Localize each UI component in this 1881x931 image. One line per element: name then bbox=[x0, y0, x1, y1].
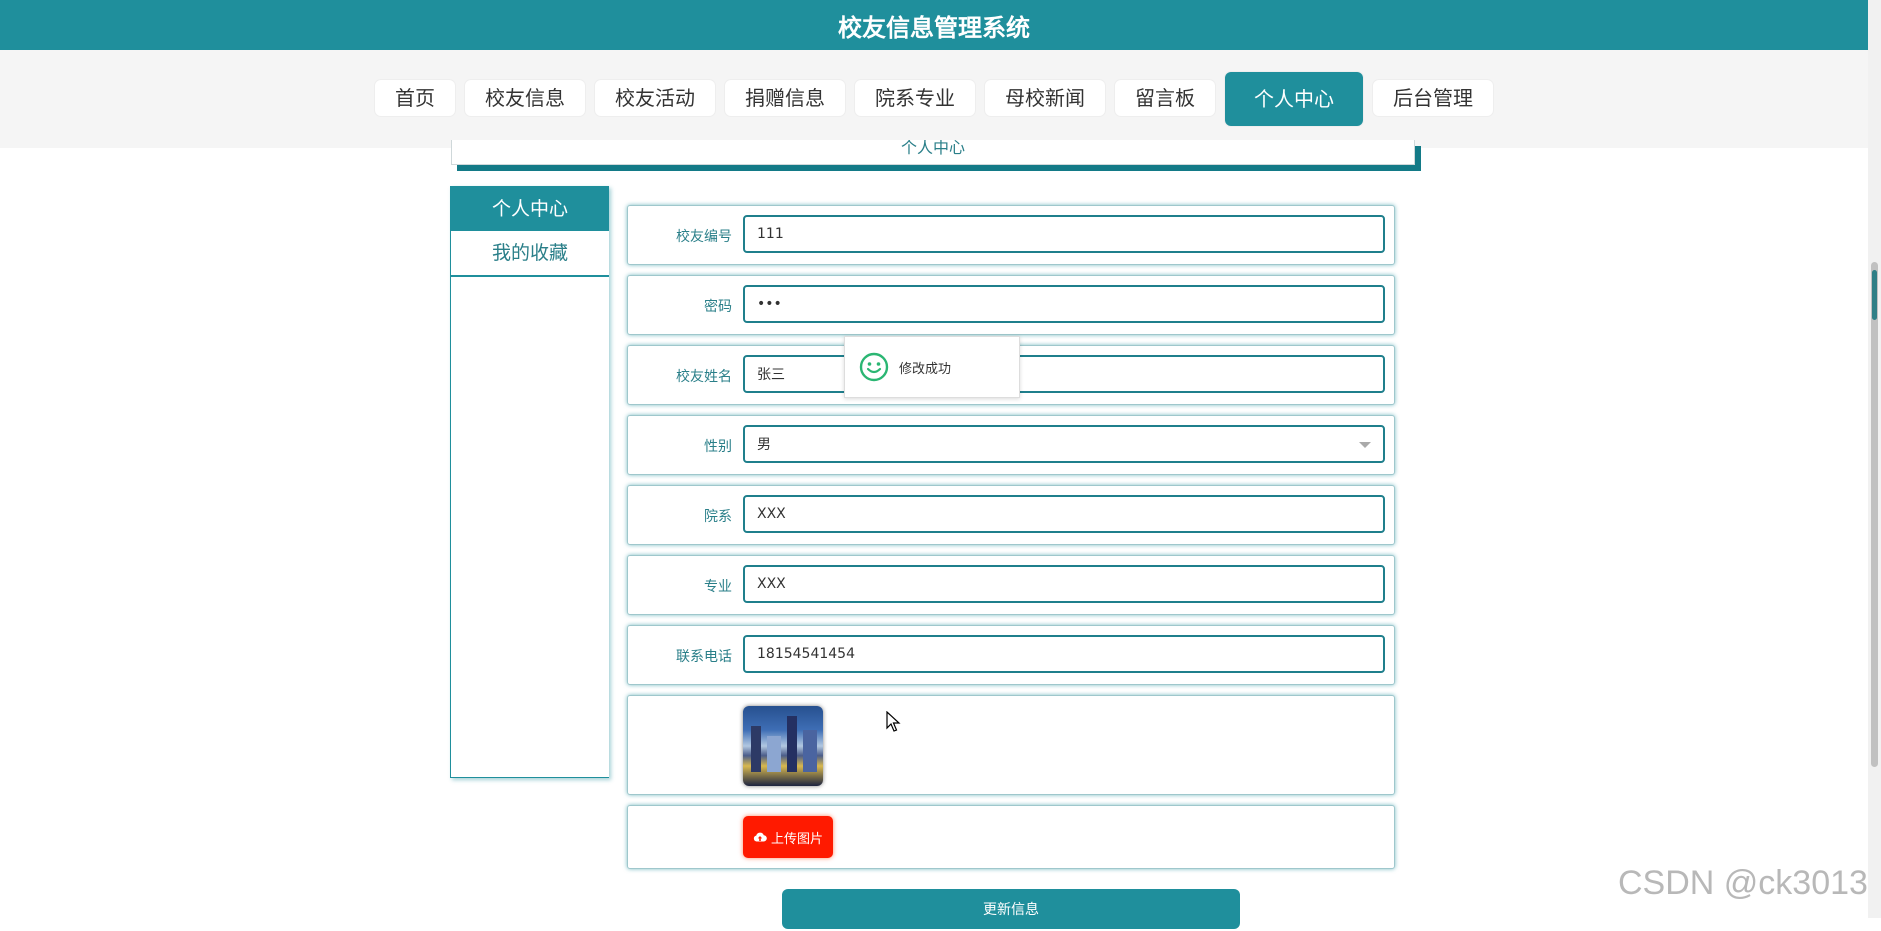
password-input[interactable] bbox=[743, 285, 1385, 323]
gender-select[interactable]: 男 bbox=[743, 425, 1385, 463]
chevron-down-icon bbox=[1359, 442, 1371, 448]
form-row-major: 专业 bbox=[627, 555, 1395, 615]
gender-label: 性别 bbox=[704, 439, 732, 455]
nav-alumni-activities[interactable]: 校友活动 bbox=[595, 80, 715, 116]
smile-icon bbox=[859, 352, 889, 382]
major-input[interactable] bbox=[743, 565, 1385, 603]
form-row-password: 密码 bbox=[627, 275, 1395, 335]
toast-text: 修改成功 bbox=[899, 361, 952, 377]
upload-image-button[interactable]: 上传图片 bbox=[743, 816, 834, 858]
form-row-phone: 联系电话 bbox=[627, 625, 1395, 685]
main-nav: 首页 校友信息 校友活动 捐赠信息 院系专业 母校新闻 留言板 个人中心 后台管… bbox=[0, 72, 1868, 126]
watermark: CSDN @ck3013 bbox=[1618, 864, 1868, 902]
password-label: 密码 bbox=[704, 299, 732, 315]
form-row-upload: 上传图片 bbox=[627, 805, 1395, 869]
nav-home[interactable]: 首页 bbox=[375, 80, 455, 116]
success-toast: 修改成功 bbox=[844, 336, 1020, 398]
breadcrumb: 个人中心 bbox=[451, 140, 1415, 165]
breadcrumb-text: 个人中心 bbox=[900, 140, 965, 157]
department-input[interactable] bbox=[743, 495, 1385, 533]
nav-admin[interactable]: 后台管理 bbox=[1373, 80, 1493, 116]
major-label: 专业 bbox=[704, 579, 732, 595]
phone-label: 联系电话 bbox=[676, 649, 732, 665]
form-row-photo bbox=[627, 695, 1395, 795]
name-input[interactable] bbox=[743, 355, 1385, 393]
nav-donations[interactable]: 捐赠信息 bbox=[725, 80, 845, 116]
cloud-upload-icon bbox=[753, 832, 767, 842]
nav-personal-center[interactable]: 个人中心 bbox=[1225, 72, 1363, 126]
phone-input[interactable] bbox=[743, 635, 1385, 673]
name-label: 校友姓名 bbox=[676, 369, 732, 385]
alumni-id-input[interactable] bbox=[743, 215, 1385, 253]
scrollbar-marker bbox=[1872, 270, 1877, 320]
nav-school-news[interactable]: 母校新闻 bbox=[985, 80, 1105, 116]
sidebar: 个人中心 我的收藏 bbox=[450, 186, 609, 778]
avatar-photo bbox=[743, 706, 823, 786]
gender-value: 男 bbox=[757, 437, 771, 453]
nav-alumni-info[interactable]: 校友信息 bbox=[465, 80, 585, 116]
app-title: 校友信息管理系统 bbox=[0, 0, 1868, 51]
scrollbar-thumb[interactable] bbox=[1871, 262, 1878, 767]
mouse-cursor-icon bbox=[886, 711, 901, 732]
sidebar-item-favorites[interactable]: 我的收藏 bbox=[451, 231, 609, 277]
nav-message-board[interactable]: 留言板 bbox=[1115, 80, 1215, 116]
update-info-button[interactable]: 更新信息 bbox=[782, 889, 1240, 929]
nav-departments[interactable]: 院系专业 bbox=[855, 80, 975, 116]
form-row-gender: 性别 男 bbox=[627, 415, 1395, 475]
page-scrollbar[interactable] bbox=[1868, 0, 1881, 918]
alumni-id-label: 校友编号 bbox=[676, 229, 732, 245]
sidebar-header[interactable]: 个人中心 bbox=[451, 187, 609, 231]
upload-label: 上传图片 bbox=[771, 831, 824, 847]
form-row-alumni-id: 校友编号 bbox=[627, 205, 1395, 265]
department-label: 院系 bbox=[704, 509, 732, 525]
form-row-department: 院系 bbox=[627, 485, 1395, 545]
